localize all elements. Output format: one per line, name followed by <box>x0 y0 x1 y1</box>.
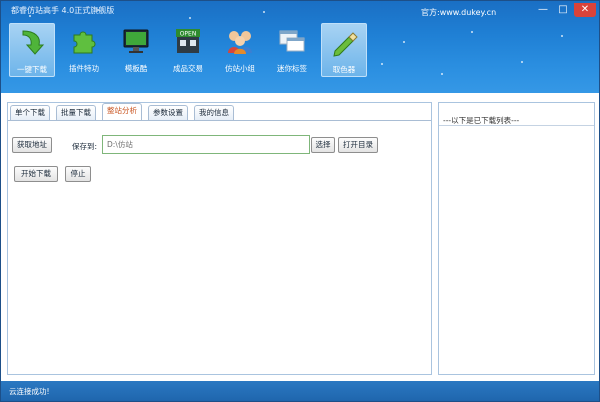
download-list-divider <box>439 125 594 126</box>
toolbar-item-mini-tags[interactable]: 迷你标签 <box>269 23 315 77</box>
main-panel: 单个下载 批量下载 整站分析 参数设置 我的信息 获取地址 保存到: 选择 打开… <box>7 102 432 375</box>
star-decoration <box>403 41 405 43</box>
toolbar-item-color-picker[interactable]: 取色器 <box>321 23 367 77</box>
tab-divider <box>8 120 431 121</box>
start-download-button[interactable]: 开始下载 <box>14 166 58 182</box>
status-text: 云连接成功! <box>9 387 50 396</box>
get-address-button[interactable]: 获取地址 <box>12 137 52 153</box>
star-decoration <box>521 61 523 63</box>
maximize-button[interactable]: □ <box>554 3 572 17</box>
tab-site-analysis[interactable]: 整站分析 <box>102 103 142 120</box>
toolbar-item-team[interactable]: 仿站小组 <box>217 23 263 77</box>
toolbar-item-marketplace[interactable]: OPEN 成品交易 <box>165 23 211 77</box>
header-bar: 都睿仿站高手 4.0正式旗舰版 官方:www.dukey.cn — □ ✕ 一键… <box>1 1 599 93</box>
tab-my-info[interactable]: 我的信息 <box>194 105 234 120</box>
app-window: 都睿仿站高手 4.0正式旗舰版 官方:www.dukey.cn — □ ✕ 一键… <box>0 0 600 402</box>
monitor-icon <box>123 29 149 53</box>
toolbar-item-one-click-download[interactable]: 一键下载 <box>9 23 55 77</box>
tab-settings[interactable]: 参数设置 <box>148 105 188 120</box>
star-decoration <box>189 17 191 19</box>
star-decoration <box>471 31 473 33</box>
people-group-icon <box>228 31 252 54</box>
toolbar-item-templates[interactable]: 模板酷 <box>113 23 159 77</box>
save-path-input[interactable] <box>102 135 310 154</box>
stop-button[interactable]: 停止 <box>65 166 91 182</box>
app-title: 都睿仿站高手 4.0正式旗舰版 <box>11 6 115 15</box>
toolbar-item-label: 一键下载 <box>17 65 47 74</box>
save-to-label: 保存到: <box>72 142 98 151</box>
eyedropper-icon <box>333 32 358 57</box>
windows-icon <box>279 30 305 52</box>
tab-single-download[interactable]: 单个下载 <box>10 105 50 120</box>
star-decoration <box>441 73 443 75</box>
toolbar-item-label: 迷你标签 <box>277 64 307 73</box>
status-bar: 云连接成功! <box>1 381 599 401</box>
toolbar-item-plugins[interactable]: 插件特功 <box>61 23 107 77</box>
toolbar-item-label: 成品交易 <box>173 64 203 73</box>
open-directory-button[interactable]: 打开目录 <box>338 137 378 153</box>
star-decoration <box>561 35 563 37</box>
toolbar-item-label: 仿站小组 <box>225 64 255 73</box>
star-decoration <box>381 63 383 65</box>
minimize-button[interactable]: — <box>534 3 552 17</box>
toolbar-item-label: 取色器 <box>332 65 356 74</box>
close-button[interactable]: ✕ <box>574 3 596 17</box>
website-label[interactable]: 官方:www.dukey.cn <box>421 7 496 18</box>
toolbar-item-label: 插件特功 <box>69 64 99 73</box>
star-decoration <box>263 11 265 13</box>
choose-folder-button[interactable]: 选择 <box>311 137 335 153</box>
download-arrow-icon <box>22 30 45 55</box>
toolbar-item-label: 模板酷 <box>124 64 148 73</box>
svg-text:OPEN: OPEN <box>180 31 197 38</box>
open-shop-icon: OPEN <box>176 29 200 53</box>
download-list-panel: ---以下是已下载列表--- <box>438 102 595 375</box>
puzzle-icon <box>73 31 96 54</box>
tab-batch-download[interactable]: 批量下载 <box>56 105 96 120</box>
